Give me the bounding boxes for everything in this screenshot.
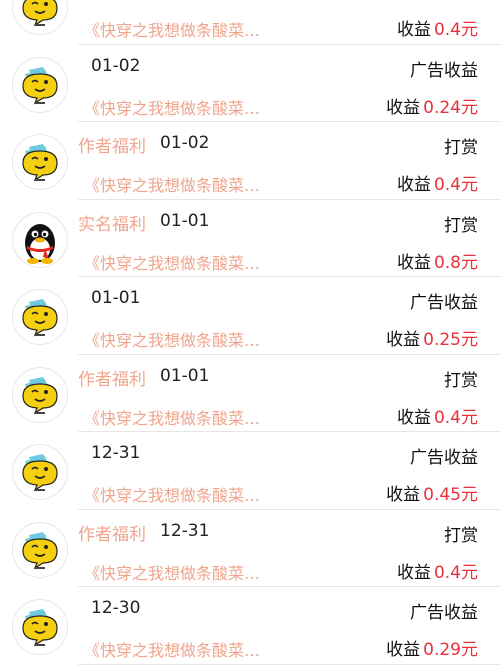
income-amount-group: 收益 0.29元 xyxy=(386,635,478,660)
face-avatar-icon xyxy=(12,444,68,500)
face-avatar-icon xyxy=(12,366,68,423)
income-amount-group: 收益 0.4元 xyxy=(397,558,478,583)
book-title: 《快穿之我想做条酸菜… xyxy=(84,563,261,583)
income-label: 收益 xyxy=(386,485,421,505)
book-title: 《快穿之我想做条酸菜… xyxy=(84,331,261,350)
income-amount-group: 收益 0.25元 xyxy=(386,325,478,350)
income-type: 打赏 xyxy=(444,215,478,236)
record-date: 01-02 xyxy=(160,133,210,153)
income-record-list: 《快穿之我想做条酸菜… 收益 0.4元 01-02 广告收益 《快穿之我想做条酸菜… 收益 0… xyxy=(0,0,500,665)
book-title: 《快穿之我想做条酸菜… xyxy=(84,486,261,505)
list-item[interactable]: 《快穿之我想做条酸菜… 收益 0.4元 xyxy=(0,0,500,45)
face-avatar-icon xyxy=(12,289,68,345)
income-type: 广告收益 xyxy=(410,448,478,468)
income-amount-group: 收益 0.8元 xyxy=(397,248,478,273)
bonus-tag: 作者福利 xyxy=(78,137,146,157)
income-amount: 0.24元 xyxy=(423,97,478,118)
list-item[interactable]: 01-01 广告收益《快穿之我想做条酸菜… 收益 0.25元 xyxy=(0,277,500,355)
book-title: 《快穿之我想做条酸菜… xyxy=(84,21,261,40)
row-divider xyxy=(78,663,500,665)
record-date: 12-30 xyxy=(91,598,141,618)
bonus-tag: 实名福利 xyxy=(78,214,146,235)
list-item[interactable]: 作者福利 01-01 打赏《快穿之我想做条酸菜… 收益 0.4元 xyxy=(0,355,500,432)
income-label: 收益 xyxy=(386,640,421,660)
list-item[interactable]: 实名福利 01-01 打赏《快穿之我想做条酸菜… 收益 0.8元 xyxy=(0,200,500,277)
income-amount: 0.29元 xyxy=(423,640,478,660)
income-label: 收益 xyxy=(386,330,421,350)
income-type: 打赏 xyxy=(444,138,478,158)
income-type: 打赏 xyxy=(444,370,478,391)
list-item[interactable]: 12-31 广告收益《快穿之我想做条酸菜… 收益 0.45元 xyxy=(0,432,500,510)
face-avatar-icon xyxy=(12,134,68,190)
list-item[interactable]: 12-30 广告收益《快穿之我想做条酸菜… 收益 0.29元 xyxy=(0,587,500,665)
income-type: 打赏 xyxy=(444,525,478,546)
face-avatar-icon xyxy=(12,599,68,655)
income-amount: 0.4元 xyxy=(433,562,478,583)
book-title: 《快穿之我想做条酸菜… xyxy=(84,176,261,195)
list-item[interactable]: 作者福利 01-02 打赏《快穿之我想做条酸菜… 收益 0.4元 xyxy=(0,122,500,200)
income-type: 广告收益 xyxy=(410,603,478,623)
income-label: 收益 xyxy=(396,562,431,583)
income-label: 收益 xyxy=(396,20,431,40)
income-amount: 0.4元 xyxy=(433,175,478,195)
face-avatar-icon xyxy=(12,0,68,35)
record-date: 01-02 xyxy=(91,55,141,76)
book-title: 《快穿之我想做条酸菜… xyxy=(84,641,261,660)
bonus-tag: 作者福利 xyxy=(78,369,146,390)
list-item[interactable]: 作者福利 12-31 打赏《快穿之我想做条酸菜… 收益 0.4元 xyxy=(0,510,500,587)
income-amount-group: 收益 0.4元 xyxy=(397,170,478,195)
income-amount: 0.4元 xyxy=(433,407,478,428)
book-title: 《快穿之我想做条酸菜… xyxy=(84,253,261,273)
list-item[interactable]: 01-02 广告收益《快穿之我想做条酸菜… 收益 0.24元 xyxy=(0,45,500,122)
income-label: 收益 xyxy=(396,252,431,273)
book-title: 《快穿之我想做条酸菜… xyxy=(84,408,261,428)
income-amount: 0.45元 xyxy=(423,485,478,505)
income-label: 收益 xyxy=(396,407,431,428)
record-date: 12-31 xyxy=(91,443,141,463)
income-amount: 0.8元 xyxy=(433,252,478,273)
penguin-avatar-icon xyxy=(12,211,68,268)
face-avatar-icon xyxy=(12,521,68,578)
income-amount-group: 收益 0.24元 xyxy=(386,93,478,118)
income-amount-group: 收益 0.4元 xyxy=(397,15,478,40)
bonus-tag: 作者福利 xyxy=(78,524,146,545)
income-amount-group: 收益 0.4元 xyxy=(397,403,478,428)
record-date: 01-01 xyxy=(91,288,141,308)
income-amount-group: 收益 0.45元 xyxy=(386,480,478,505)
face-avatar-icon xyxy=(12,56,68,113)
record-date: 12-31 xyxy=(160,520,210,541)
income-label: 收益 xyxy=(396,175,431,195)
income-type: 广告收益 xyxy=(410,293,478,313)
income-amount: 0.4元 xyxy=(433,20,478,40)
income-label: 收益 xyxy=(386,97,421,118)
record-date: 01-01 xyxy=(160,210,210,231)
income-amount: 0.25元 xyxy=(423,330,478,350)
income-type: 广告收益 xyxy=(410,60,478,81)
record-date: 01-01 xyxy=(160,365,210,386)
book-title: 《快穿之我想做条酸菜… xyxy=(84,98,261,118)
